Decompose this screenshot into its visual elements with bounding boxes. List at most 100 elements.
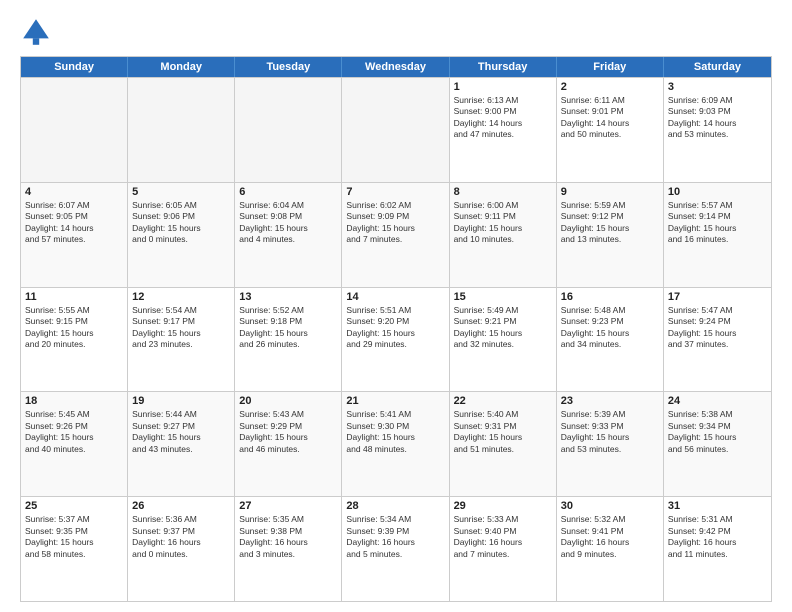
cell-info: Sunrise: 5:32 AM Sunset: 9:41 PM Dayligh… — [561, 514, 659, 560]
cell-info: Sunrise: 5:37 AM Sunset: 9:35 PM Dayligh… — [25, 514, 123, 560]
calendar-cell-3: 3 Sunrise: 6:09 AM Sunset: 9:03 PM Daylig… — [664, 78, 771, 182]
header-day-tuesday: Tuesday — [235, 57, 342, 77]
cell-info: Sunrise: 6:13 AM Sunset: 9:00 PM Dayligh… — [454, 95, 552, 141]
calendar-cell-20: 20 Sunrise: 5:43 AM Sunset: 9:29 PM Dayli… — [235, 392, 342, 496]
calendar-cell-12: 12 Sunrise: 5:54 AM Sunset: 9:17 PM Dayli… — [128, 288, 235, 392]
calendar-cell-empty-3 — [342, 78, 449, 182]
calendar-cell-30: 30 Sunrise: 5:32 AM Sunset: 9:41 PM Dayli… — [557, 497, 664, 601]
day-number: 9 — [561, 186, 659, 198]
calendar-cell-1: 1 Sunrise: 6:13 AM Sunset: 9:00 PM Daylig… — [450, 78, 557, 182]
cell-info: Sunrise: 5:47 AM Sunset: 9:24 PM Dayligh… — [668, 305, 767, 351]
cell-info: Sunrise: 5:34 AM Sunset: 9:39 PM Dayligh… — [346, 514, 444, 560]
cell-info: Sunrise: 5:35 AM Sunset: 9:38 PM Dayligh… — [239, 514, 337, 560]
day-number: 20 — [239, 395, 337, 407]
day-number: 7 — [346, 186, 444, 198]
cell-info: Sunrise: 6:07 AM Sunset: 9:05 PM Dayligh… — [25, 200, 123, 246]
calendar-cell-7: 7 Sunrise: 6:02 AM Sunset: 9:09 PM Daylig… — [342, 183, 449, 287]
cell-info: Sunrise: 5:57 AM Sunset: 9:14 PM Dayligh… — [668, 200, 767, 246]
day-number: 1 — [454, 81, 552, 93]
calendar-cell-18: 18 Sunrise: 5:45 AM Sunset: 9:26 PM Dayli… — [21, 392, 128, 496]
day-number: 12 — [132, 291, 230, 303]
calendar-header: SundayMondayTuesdayWednesdayThursdayFrid… — [21, 57, 771, 77]
calendar-cell-29: 29Sunrise: 5:33 AM Sunset: 9:40 PM Dayli… — [450, 497, 557, 601]
calendar-cell-23: 23 Sunrise: 5:39 AM Sunset: 9:33 PM Dayli… — [557, 392, 664, 496]
calendar-cell-22: 22Sunrise: 5:40 AM Sunset: 9:31 PM Dayli… — [450, 392, 557, 496]
day-number: 28 — [346, 500, 444, 512]
day-number: 10 — [668, 186, 767, 198]
cell-info: Sunrise: 5:43 AM Sunset: 9:29 PM Dayligh… — [239, 409, 337, 455]
cell-info: Sunrise: 5:49 AM Sunset: 9:21 PM Dayligh… — [454, 305, 552, 351]
day-number: 31 — [668, 500, 767, 512]
cell-info: Sunrise: 6:00 AM Sunset: 9:11 PM Dayligh… — [454, 200, 552, 246]
header-day-sunday: Sunday — [21, 57, 128, 77]
cell-info: Sunrise: 5:52 AM Sunset: 9:18 PM Dayligh… — [239, 305, 337, 351]
day-number: 26 — [132, 500, 230, 512]
cell-info: Sunrise: 5:59 AM Sunset: 9:12 PM Dayligh… — [561, 200, 659, 246]
calendar-cell-26: 26 Sunrise: 5:36 AM Sunset: 9:37 PM Dayli… — [128, 497, 235, 601]
calendar-cell-28: 28 Sunrise: 5:34 AM Sunset: 9:39 PM Dayli… — [342, 497, 449, 601]
calendar-row-4: 25 Sunrise: 5:37 AM Sunset: 9:35 PM Dayli… — [21, 496, 771, 601]
day-number: 21 — [346, 395, 444, 407]
cell-info: Sunrise: 6:09 AM Sunset: 9:03 PM Dayligh… — [668, 95, 767, 141]
cell-info: Sunrise: 5:39 AM Sunset: 9:33 PM Dayligh… — [561, 409, 659, 455]
calendar-cell-15: 15Sunrise: 5:49 AM Sunset: 9:21 PM Dayli… — [450, 288, 557, 392]
cell-info: Sunrise: 5:45 AM Sunset: 9:26 PM Dayligh… — [25, 409, 123, 455]
day-number: 27 — [239, 500, 337, 512]
header-day-thursday: Thursday — [450, 57, 557, 77]
header — [20, 16, 772, 48]
day-number: 25 — [25, 500, 123, 512]
page: SundayMondayTuesdayWednesdayThursdayFrid… — [0, 0, 792, 612]
calendar-cell-empty-0 — [21, 78, 128, 182]
calendar-cell-25: 25 Sunrise: 5:37 AM Sunset: 9:35 PM Dayli… — [21, 497, 128, 601]
cell-info: Sunrise: 5:31 AM Sunset: 9:42 PM Dayligh… — [668, 514, 767, 560]
cell-info: Sunrise: 6:11 AM Sunset: 9:01 PM Dayligh… — [561, 95, 659, 141]
day-number: 18 — [25, 395, 123, 407]
day-number: 11 — [25, 291, 123, 303]
day-number: 5 — [132, 186, 230, 198]
day-number: 19 — [132, 395, 230, 407]
header-day-wednesday: Wednesday — [342, 57, 449, 77]
header-day-saturday: Saturday — [664, 57, 771, 77]
calendar-cell-6: 6 Sunrise: 6:04 AM Sunset: 9:08 PM Daylig… — [235, 183, 342, 287]
calendar-cell-14: 14 Sunrise: 5:51 AM Sunset: 9:20 PM Dayli… — [342, 288, 449, 392]
calendar-cell-9: 9 Sunrise: 5:59 AM Sunset: 9:12 PM Daylig… — [557, 183, 664, 287]
calendar-cell-empty-1 — [128, 78, 235, 182]
day-number: 8 — [454, 186, 552, 198]
calendar-row-3: 18 Sunrise: 5:45 AM Sunset: 9:26 PM Dayli… — [21, 391, 771, 496]
calendar-cell-empty-2 — [235, 78, 342, 182]
cell-info: Sunrise: 5:33 AM Sunset: 9:40 PM Dayligh… — [454, 514, 552, 560]
header-day-friday: Friday — [557, 57, 664, 77]
cell-info: Sunrise: 5:41 AM Sunset: 9:30 PM Dayligh… — [346, 409, 444, 455]
cell-info: Sunrise: 5:54 AM Sunset: 9:17 PM Dayligh… — [132, 305, 230, 351]
logo-icon — [20, 16, 52, 48]
day-number: 13 — [239, 291, 337, 303]
calendar-cell-21: 21 Sunrise: 5:41 AM Sunset: 9:30 PM Dayli… — [342, 392, 449, 496]
calendar-cell-24: 24 Sunrise: 5:38 AM Sunset: 9:34 PM Dayli… — [664, 392, 771, 496]
calendar-cell-17: 17 Sunrise: 5:47 AM Sunset: 9:24 PM Dayli… — [664, 288, 771, 392]
day-number: 14 — [346, 291, 444, 303]
calendar-cell-5: 5Sunrise: 6:05 AM Sunset: 9:06 PM Daylig… — [128, 183, 235, 287]
calendar-body: 1 Sunrise: 6:13 AM Sunset: 9:00 PM Daylig… — [21, 77, 771, 601]
day-number: 6 — [239, 186, 337, 198]
calendar-cell-10: 10 Sunrise: 5:57 AM Sunset: 9:14 PM Dayli… — [664, 183, 771, 287]
calendar-row-2: 11 Sunrise: 5:55 AM Sunset: 9:15 PM Dayli… — [21, 287, 771, 392]
cell-info: Sunrise: 5:55 AM Sunset: 9:15 PM Dayligh… — [25, 305, 123, 351]
cell-info: Sunrise: 5:36 AM Sunset: 9:37 PM Dayligh… — [132, 514, 230, 560]
calendar: SundayMondayTuesdayWednesdayThursdayFrid… — [20, 56, 772, 602]
cell-info: Sunrise: 5:44 AM Sunset: 9:27 PM Dayligh… — [132, 409, 230, 455]
cell-info: Sunrise: 5:38 AM Sunset: 9:34 PM Dayligh… — [668, 409, 767, 455]
cell-info: Sunrise: 5:40 AM Sunset: 9:31 PM Dayligh… — [454, 409, 552, 455]
day-number: 17 — [668, 291, 767, 303]
cell-info: Sunrise: 5:51 AM Sunset: 9:20 PM Dayligh… — [346, 305, 444, 351]
cell-info: Sunrise: 6:02 AM Sunset: 9:09 PM Dayligh… — [346, 200, 444, 246]
cell-info: Sunrise: 6:04 AM Sunset: 9:08 PM Dayligh… — [239, 200, 337, 246]
day-number: 23 — [561, 395, 659, 407]
day-number: 30 — [561, 500, 659, 512]
day-number: 3 — [668, 81, 767, 93]
calendar-row-0: 1 Sunrise: 6:13 AM Sunset: 9:00 PM Daylig… — [21, 77, 771, 182]
calendar-row-1: 4 Sunrise: 6:07 AM Sunset: 9:05 PM Daylig… — [21, 182, 771, 287]
calendar-cell-8: 8 Sunrise: 6:00 AM Sunset: 9:11 PM Daylig… — [450, 183, 557, 287]
day-number: 4 — [25, 186, 123, 198]
day-number: 24 — [668, 395, 767, 407]
calendar-cell-2: 2Sunrise: 6:11 AM Sunset: 9:01 PM Daylig… — [557, 78, 664, 182]
